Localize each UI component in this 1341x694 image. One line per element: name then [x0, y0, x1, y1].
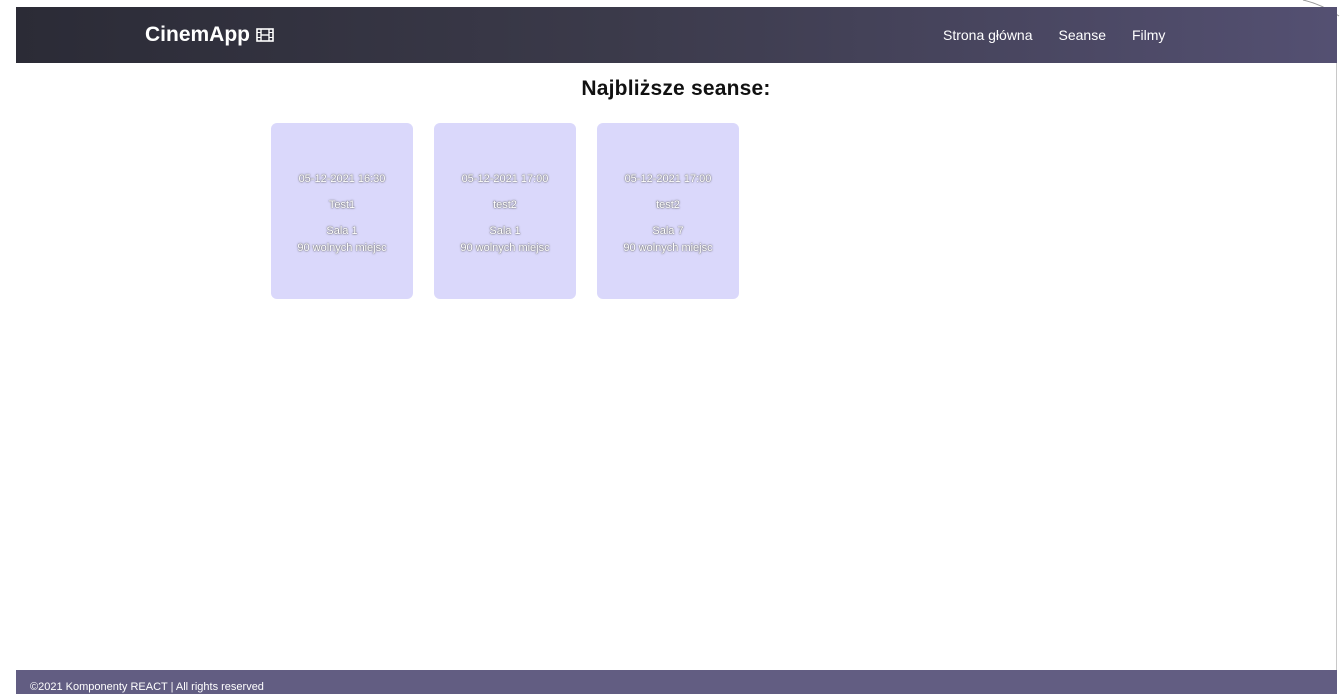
screening-free-seats: 90 wolnych miejsc	[623, 242, 713, 254]
screening-title: test2	[656, 199, 680, 211]
screening-card[interactable]: 05-12-2021 17:00 test2 Sala 7 90 wolnych…	[597, 123, 739, 299]
nav-link-screenings[interactable]: Seanse	[1059, 27, 1106, 43]
navbar: CinemApp Strona główna Seanse Filmy	[16, 7, 1337, 63]
page: CinemApp Strona główna Seanse Filmy Najb…	[0, 0, 1341, 694]
screening-title: Test1	[328, 199, 356, 211]
page-title: Najbliższe seanse:	[581, 77, 771, 100]
screening-datetime: 05-12-2021 17:00	[624, 173, 712, 185]
footer-copyright: ©2021 Komponenty REACT | All rights rese…	[30, 681, 264, 693]
screening-card[interactable]: 05-12-2021 17:00 test2 Sala 1 90 wolnych…	[434, 123, 576, 299]
brand-name: CinemApp	[145, 23, 250, 46]
screening-free-seats: 90 wolnych miejsc	[297, 242, 387, 254]
screening-room: Sala 1	[489, 225, 521, 237]
screening-title: test2	[493, 199, 517, 211]
brand-logo[interactable]: CinemApp	[145, 7, 274, 63]
screening-room: Sala 1	[326, 225, 358, 237]
scrollbar-edge	[1336, 18, 1337, 670]
screening-free-seats: 90 wolnych miejsc	[460, 242, 550, 254]
nav-links: Strona główna Seanse Filmy	[943, 7, 1191, 63]
screening-room: Sala 7	[652, 225, 684, 237]
screening-datetime: 05-12-2021 17:00	[461, 173, 549, 185]
nav-link-movies[interactable]: Filmy	[1132, 27, 1165, 43]
footer: ©2021 Komponenty REACT | All rights rese…	[16, 670, 1337, 694]
screening-list: 05-12-2021 16:30 Test1 Sala 1 90 wolnych…	[271, 123, 739, 299]
nav-link-home[interactable]: Strona główna	[943, 27, 1033, 43]
film-icon	[256, 28, 274, 42]
screening-datetime: 05-12-2021 16:30	[298, 173, 386, 185]
screening-card[interactable]: 05-12-2021 16:30 Test1 Sala 1 90 wolnych…	[271, 123, 413, 299]
